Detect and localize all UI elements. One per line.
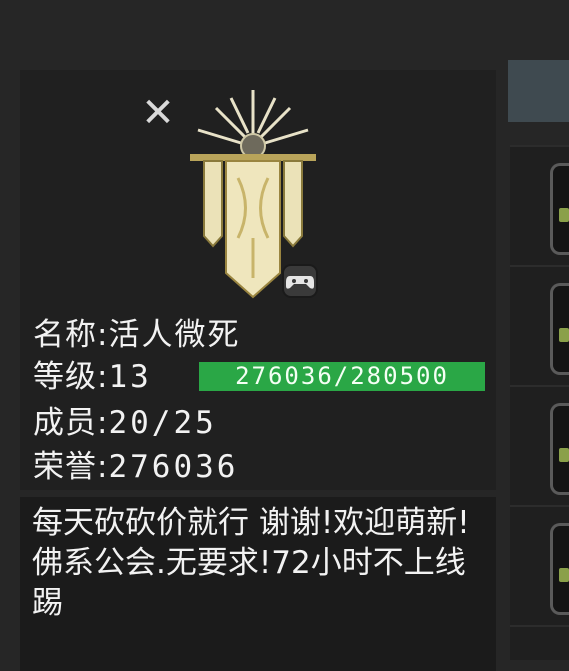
right-panel-header: · <box>508 60 569 122</box>
top-strip <box>0 0 569 70</box>
list-item[interactable] <box>510 145 569 265</box>
list-item[interactable] <box>510 625 569 662</box>
name-label: 名称: <box>33 317 109 353</box>
guild-slot-icon <box>550 523 569 615</box>
honor-label: 荣誉: <box>33 449 109 485</box>
close-icon[interactable]: ✕ <box>138 93 178 133</box>
guild-members-value: 20/25 <box>108 405 217 441</box>
members-label: 成员: <box>33 405 109 441</box>
guild-name-value: 活人微死 <box>108 317 241 353</box>
guild-description: 每天砍砍价就行 谢谢!欢迎萌新!佛系公会.无要求!72小时不上线踢 <box>32 505 470 621</box>
right-guild-list[interactable] <box>510 145 569 660</box>
guild-slot-icon <box>550 403 569 495</box>
list-item[interactable] <box>510 385 569 505</box>
right-header-fragment: · <box>564 78 569 106</box>
guild-name-row: 名称:活人微死 <box>33 316 240 354</box>
guild-level-row: 等级:13 <box>33 358 152 396</box>
level-label: 等级: <box>33 359 109 395</box>
guild-slot-icon <box>550 283 569 375</box>
guild-honor-value: 276036 <box>108 449 239 485</box>
list-item[interactable] <box>510 265 569 385</box>
guild-honor-row: 荣誉:276036 <box>33 448 238 486</box>
guild-slot-icon <box>550 163 569 255</box>
guild-members-row: 成员:20/25 <box>33 404 217 442</box>
xp-progress-bar: 276036/280500 <box>199 362 485 391</box>
guild-level-value: 13 <box>108 359 152 395</box>
gamepad-icon <box>282 264 318 298</box>
list-item[interactable] <box>510 505 569 625</box>
